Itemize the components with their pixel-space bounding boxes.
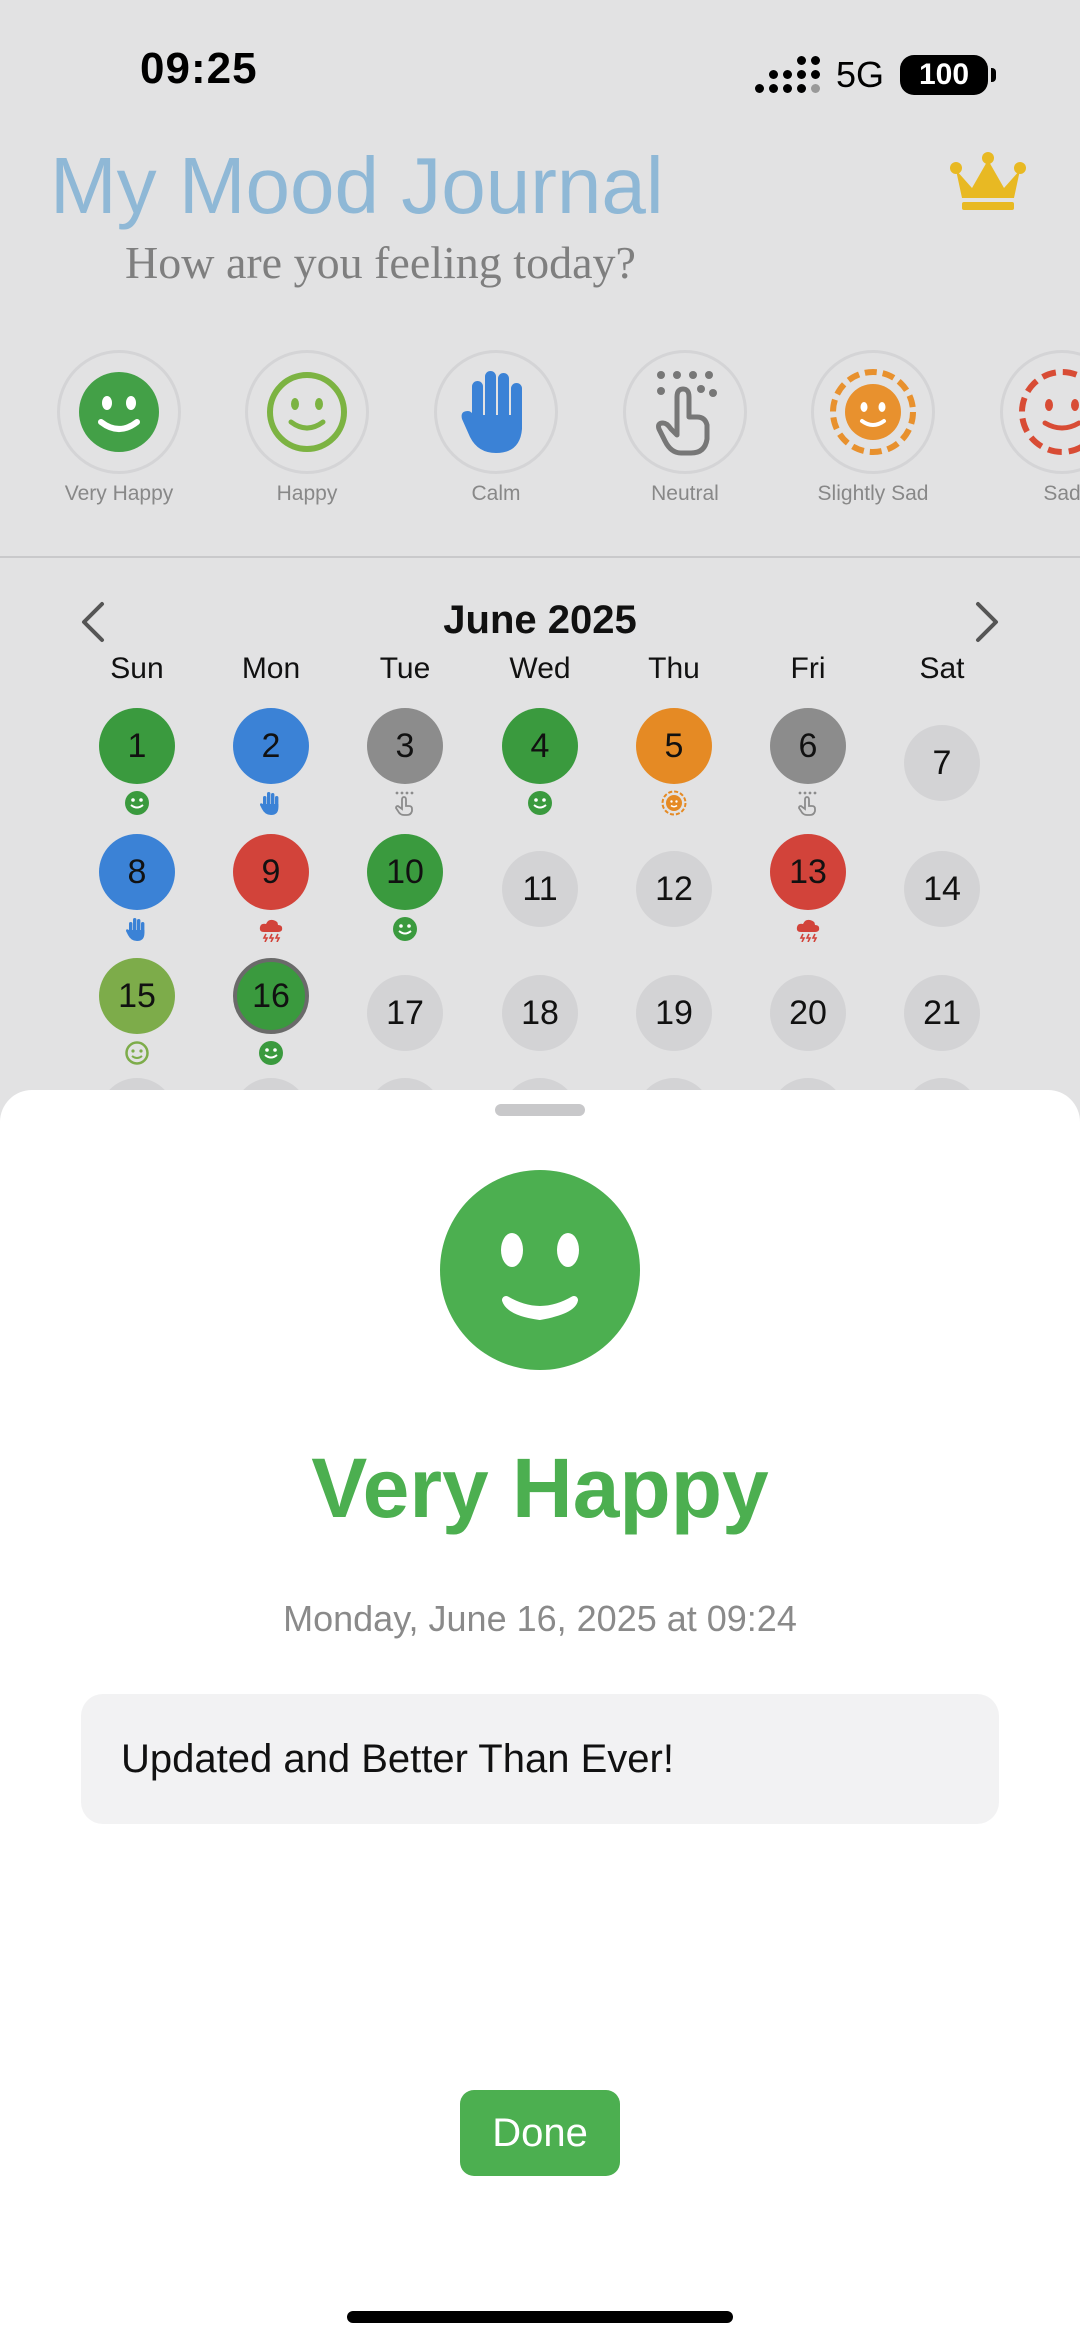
entry-note[interactable]: Updated and Better Than Ever!: [81, 1694, 999, 1824]
calendar-day[interactable]: 14: [904, 851, 980, 927]
mood-selector: Very Happy Happy Calm Neutral Slightly S…: [0, 350, 1080, 530]
mood-option-slightly-sad[interactable]: Slightly Sad: [788, 350, 958, 506]
calendar-day[interactable]: 10: [367, 834, 443, 910]
mood-label: Happy: [276, 482, 338, 505]
raised-hand-icon: [461, 371, 522, 453]
selected-mood-name: Very Happy: [311, 1441, 769, 1535]
happy-face-icon: [125, 1041, 149, 1065]
very-happy-face-icon: [528, 791, 552, 815]
calendar-day[interactable]: 6: [770, 708, 846, 784]
crown-icon[interactable]: [950, 150, 1026, 212]
very-happy-face-icon: [440, 1170, 640, 1370]
raised-hand-icon: [260, 792, 279, 815]
calendar-day[interactable]: 9: [233, 834, 309, 910]
battery-icon: 100: [900, 55, 996, 95]
mood-label: Calm: [471, 482, 521, 505]
sad-face-icon: [1019, 369, 1080, 455]
status-time: 09:25: [140, 44, 258, 93]
mood-option-calm[interactable]: Calm: [411, 350, 581, 506]
calendar-day[interactable]: 11: [502, 851, 578, 927]
calendar-day[interactable]: 20: [770, 975, 846, 1051]
page-subtitle: How are you feeling today?: [125, 237, 636, 288]
calendar-day[interactable]: 2: [233, 708, 309, 784]
weekday-label: Sat: [919, 652, 965, 685]
mood-option-happy[interactable]: Happy: [222, 350, 392, 506]
calendar-day[interactable]: 1: [99, 708, 175, 784]
calendar-day[interactable]: 13: [770, 834, 846, 910]
mood-label: Neutral: [651, 482, 719, 505]
raised-hand-icon: [126, 918, 145, 941]
weekday-label: Thu: [648, 652, 700, 685]
app-title: My Mood Journal: [50, 141, 664, 230]
weekday-label: Fri: [790, 652, 826, 685]
entry-timestamp: Monday, June 16, 2025 at 09:24: [283, 1598, 797, 1639]
battery-level: 100: [918, 58, 970, 91]
mood-option-very-happy[interactable]: Very Happy: [34, 350, 204, 506]
very-happy-face-icon: [79, 372, 159, 452]
mood-option-sad[interactable]: Sad: [977, 350, 1080, 506]
done-button[interactable]: Done: [460, 2090, 620, 2176]
weekday-label: Mon: [241, 652, 301, 685]
mood-label: Slightly Sad: [817, 482, 929, 505]
touch-hand-icon: [395, 791, 414, 816]
home-indicator: [347, 2311, 733, 2323]
sun-face-icon: [830, 369, 916, 455]
cellular-signal-icon: [754, 56, 820, 93]
very-happy-face-icon: [393, 917, 417, 941]
very-happy-face-icon: [259, 1041, 283, 1065]
calendar-day[interactable]: 21: [904, 975, 980, 1051]
calendar-month-title: June 2025: [443, 598, 637, 642]
mood-detail-sheet: Very Happy Monday, June 16, 2025 at 09:2…: [0, 1090, 1080, 2341]
weekday-label: Wed: [509, 652, 571, 685]
very-happy-face-icon: [125, 791, 149, 815]
calendar-day-today[interactable]: 16: [233, 958, 309, 1034]
storm-cloud-icon: [259, 919, 283, 942]
calendar-day[interactable]: 4: [502, 708, 578, 784]
status-indicators: 5G 100: [754, 54, 996, 96]
mood-label: Sad: [1043, 482, 1080, 505]
calendar-day[interactable]: 17: [367, 975, 443, 1051]
calendar-day[interactable]: 7: [904, 725, 980, 801]
storm-cloud-icon: [796, 919, 820, 942]
mood-label: Very Happy: [64, 482, 174, 505]
sun-face-icon: [661, 790, 687, 816]
mood-option-neutral[interactable]: Neutral: [600, 350, 770, 506]
calendar-day[interactable]: 5: [636, 708, 712, 784]
calendar-day[interactable]: 18: [502, 975, 578, 1051]
calendar-day[interactable]: 19: [636, 975, 712, 1051]
calendar-day[interactable]: 12: [636, 851, 712, 927]
network-type: 5G: [835, 54, 884, 95]
section-divider: [0, 556, 1080, 558]
chevron-right-icon[interactable]: [972, 600, 1002, 644]
weekday-label: Sun: [110, 652, 164, 685]
weekday-label: Tue: [379, 652, 431, 685]
calendar-day[interactable]: 15: [99, 958, 175, 1034]
touch-hand-icon: [656, 371, 717, 456]
touch-hand-icon: [798, 791, 817, 816]
happy-face-icon: [267, 372, 347, 452]
sheet-grabber[interactable]: [495, 1104, 585, 1116]
calendar-day[interactable]: 8: [99, 834, 175, 910]
calendar-day[interactable]: 3: [367, 708, 443, 784]
